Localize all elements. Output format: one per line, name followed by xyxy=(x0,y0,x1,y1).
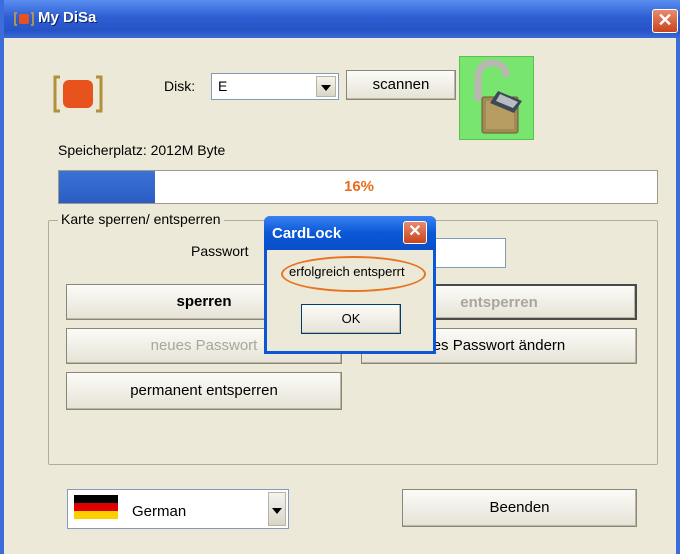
lock-group-legend: Karte sperren/ entsperren xyxy=(58,211,224,227)
dialog-ok-button[interactable]: OK xyxy=(301,304,401,334)
language-select-value: German xyxy=(132,503,187,520)
window-title: My DiSa xyxy=(38,9,97,26)
storage-label: Speicherplatz: 2012M Byte xyxy=(58,142,226,158)
disk-label: Disk: xyxy=(164,78,196,94)
title-bar[interactable] xyxy=(4,0,680,38)
password-input[interactable] xyxy=(430,238,506,268)
disk-select-value: E xyxy=(218,78,228,94)
cardlock-dialog: CardLock ✕ erfolgreich entsperrt OK xyxy=(264,216,436,354)
chevron-down-icon xyxy=(321,85,331,91)
storage-progress-bar: 16% xyxy=(58,170,658,204)
dialog-message: erfolgreich entsperrt xyxy=(289,264,405,279)
scan-button[interactable]: scannen xyxy=(346,70,456,100)
language-dropdown-button[interactable] xyxy=(268,492,286,526)
storage-progress-text: 16% xyxy=(343,178,375,195)
close-window-button[interactable]: ✕ xyxy=(652,9,678,33)
dialog-title-bar[interactable]: CardLock ✕ xyxy=(264,216,436,250)
exit-button[interactable]: Beenden xyxy=(402,489,637,527)
disk-select[interactable]: E xyxy=(211,73,339,100)
disa-logo-icon xyxy=(53,75,103,113)
open-padlock-icon xyxy=(474,59,522,134)
dialog-title: CardLock xyxy=(272,225,342,242)
password-label: Passwort xyxy=(191,243,249,259)
germany-flag-icon xyxy=(74,495,118,519)
disk-dropdown-button[interactable] xyxy=(316,76,336,97)
permanent-unlock-button[interactable]: permanent entsperren xyxy=(66,372,342,410)
language-select[interactable]: German xyxy=(67,489,289,529)
app-icon xyxy=(14,12,34,26)
chevron-down-icon xyxy=(272,508,282,514)
lock-status-image xyxy=(459,56,534,140)
dialog-close-button[interactable]: ✕ xyxy=(403,221,427,244)
